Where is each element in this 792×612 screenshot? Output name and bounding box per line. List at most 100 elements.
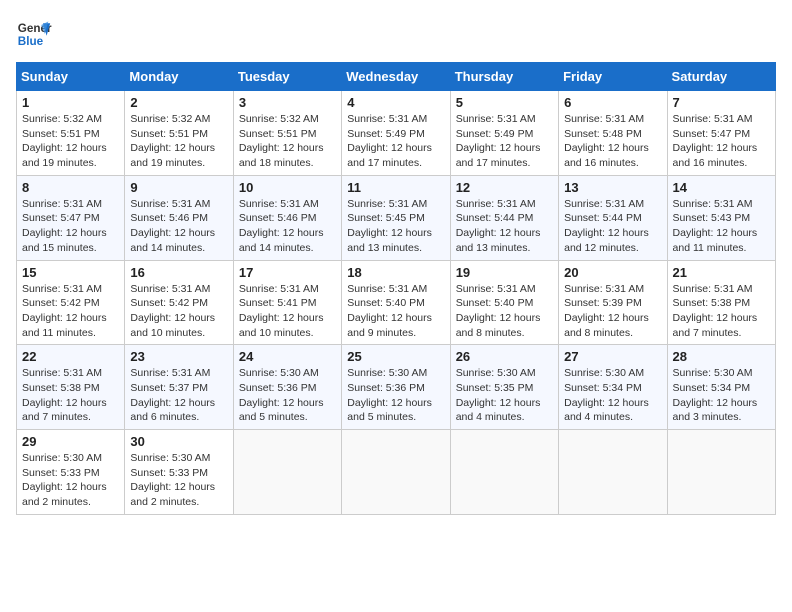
day-number: 19 [456, 265, 553, 280]
day-info: Sunrise: 5:31 AMSunset: 5:41 PMDaylight:… [239, 282, 336, 341]
weekday-header-friday: Friday [559, 63, 667, 91]
day-number: 16 [130, 265, 227, 280]
day-number: 23 [130, 349, 227, 364]
calendar-table: SundayMondayTuesdayWednesdayThursdayFrid… [16, 62, 776, 515]
day-number: 1 [22, 95, 119, 110]
day-info: Sunrise: 5:30 AMSunset: 5:34 PMDaylight:… [673, 366, 770, 425]
day-info: Sunrise: 5:31 AMSunset: 5:38 PMDaylight:… [673, 282, 770, 341]
calendar-cell: 21 Sunrise: 5:31 AMSunset: 5:38 PMDaylig… [667, 260, 775, 345]
day-number: 12 [456, 180, 553, 195]
day-number: 27 [564, 349, 661, 364]
day-info: Sunrise: 5:32 AMSunset: 5:51 PMDaylight:… [22, 112, 119, 171]
calendar-cell: 29 Sunrise: 5:30 AMSunset: 5:33 PMDaylig… [17, 430, 125, 515]
day-number: 17 [239, 265, 336, 280]
day-info: Sunrise: 5:30 AMSunset: 5:33 PMDaylight:… [130, 451, 227, 510]
day-info: Sunrise: 5:31 AMSunset: 5:37 PMDaylight:… [130, 366, 227, 425]
day-info: Sunrise: 5:31 AMSunset: 5:43 PMDaylight:… [673, 197, 770, 256]
calendar-cell: 24 Sunrise: 5:30 AMSunset: 5:36 PMDaylig… [233, 345, 341, 430]
weekday-header-tuesday: Tuesday [233, 63, 341, 91]
calendar-cell: 8 Sunrise: 5:31 AMSunset: 5:47 PMDayligh… [17, 175, 125, 260]
day-info: Sunrise: 5:31 AMSunset: 5:40 PMDaylight:… [456, 282, 553, 341]
calendar-cell [559, 430, 667, 515]
calendar-cell: 6 Sunrise: 5:31 AMSunset: 5:48 PMDayligh… [559, 91, 667, 176]
calendar-cell: 20 Sunrise: 5:31 AMSunset: 5:39 PMDaylig… [559, 260, 667, 345]
calendar-cell: 14 Sunrise: 5:31 AMSunset: 5:43 PMDaylig… [667, 175, 775, 260]
calendar-cell: 12 Sunrise: 5:31 AMSunset: 5:44 PMDaylig… [450, 175, 558, 260]
day-info: Sunrise: 5:31 AMSunset: 5:46 PMDaylight:… [239, 197, 336, 256]
calendar-cell: 16 Sunrise: 5:31 AMSunset: 5:42 PMDaylig… [125, 260, 233, 345]
day-info: Sunrise: 5:31 AMSunset: 5:46 PMDaylight:… [130, 197, 227, 256]
day-info: Sunrise: 5:30 AMSunset: 5:33 PMDaylight:… [22, 451, 119, 510]
weekday-header-saturday: Saturday [667, 63, 775, 91]
calendar-cell: 15 Sunrise: 5:31 AMSunset: 5:42 PMDaylig… [17, 260, 125, 345]
weekday-header-wednesday: Wednesday [342, 63, 450, 91]
calendar-cell: 27 Sunrise: 5:30 AMSunset: 5:34 PMDaylig… [559, 345, 667, 430]
day-info: Sunrise: 5:31 AMSunset: 5:45 PMDaylight:… [347, 197, 444, 256]
calendar-cell: 22 Sunrise: 5:31 AMSunset: 5:38 PMDaylig… [17, 345, 125, 430]
calendar-cell: 11 Sunrise: 5:31 AMSunset: 5:45 PMDaylig… [342, 175, 450, 260]
day-info: Sunrise: 5:30 AMSunset: 5:35 PMDaylight:… [456, 366, 553, 425]
day-number: 4 [347, 95, 444, 110]
day-number: 26 [456, 349, 553, 364]
calendar-week-row: 8 Sunrise: 5:31 AMSunset: 5:47 PMDayligh… [17, 175, 776, 260]
day-number: 30 [130, 434, 227, 449]
day-number: 14 [673, 180, 770, 195]
day-number: 8 [22, 180, 119, 195]
day-number: 21 [673, 265, 770, 280]
calendar-header-row: SundayMondayTuesdayWednesdayThursdayFrid… [17, 63, 776, 91]
calendar-cell: 2 Sunrise: 5:32 AMSunset: 5:51 PMDayligh… [125, 91, 233, 176]
calendar-cell: 17 Sunrise: 5:31 AMSunset: 5:41 PMDaylig… [233, 260, 341, 345]
weekday-header-thursday: Thursday [450, 63, 558, 91]
day-info: Sunrise: 5:31 AMSunset: 5:39 PMDaylight:… [564, 282, 661, 341]
calendar-week-row: 1 Sunrise: 5:32 AMSunset: 5:51 PMDayligh… [17, 91, 776, 176]
day-info: Sunrise: 5:31 AMSunset: 5:44 PMDaylight:… [564, 197, 661, 256]
calendar-cell [667, 430, 775, 515]
calendar-week-row: 15 Sunrise: 5:31 AMSunset: 5:42 PMDaylig… [17, 260, 776, 345]
calendar-cell: 13 Sunrise: 5:31 AMSunset: 5:44 PMDaylig… [559, 175, 667, 260]
day-info: Sunrise: 5:31 AMSunset: 5:49 PMDaylight:… [456, 112, 553, 171]
calendar-cell: 25 Sunrise: 5:30 AMSunset: 5:36 PMDaylig… [342, 345, 450, 430]
day-info: Sunrise: 5:31 AMSunset: 5:47 PMDaylight:… [673, 112, 770, 171]
calendar-cell: 3 Sunrise: 5:32 AMSunset: 5:51 PMDayligh… [233, 91, 341, 176]
svg-text:Blue: Blue [18, 35, 44, 48]
day-info: Sunrise: 5:31 AMSunset: 5:40 PMDaylight:… [347, 282, 444, 341]
day-info: Sunrise: 5:31 AMSunset: 5:48 PMDaylight:… [564, 112, 661, 171]
calendar-cell [450, 430, 558, 515]
day-number: 11 [347, 180, 444, 195]
day-number: 13 [564, 180, 661, 195]
logo: General Blue [16, 16, 52, 52]
day-info: Sunrise: 5:31 AMSunset: 5:42 PMDaylight:… [22, 282, 119, 341]
calendar-cell: 10 Sunrise: 5:31 AMSunset: 5:46 PMDaylig… [233, 175, 341, 260]
day-number: 18 [347, 265, 444, 280]
calendar-cell: 1 Sunrise: 5:32 AMSunset: 5:51 PMDayligh… [17, 91, 125, 176]
calendar-cell: 19 Sunrise: 5:31 AMSunset: 5:40 PMDaylig… [450, 260, 558, 345]
calendar-cell: 18 Sunrise: 5:31 AMSunset: 5:40 PMDaylig… [342, 260, 450, 345]
day-number: 6 [564, 95, 661, 110]
day-number: 2 [130, 95, 227, 110]
day-number: 25 [347, 349, 444, 364]
calendar-cell [342, 430, 450, 515]
calendar-cell: 7 Sunrise: 5:31 AMSunset: 5:47 PMDayligh… [667, 91, 775, 176]
calendar-cell: 23 Sunrise: 5:31 AMSunset: 5:37 PMDaylig… [125, 345, 233, 430]
logo-icon: General Blue [16, 16, 52, 52]
page-header: General Blue [16, 16, 776, 52]
day-info: Sunrise: 5:31 AMSunset: 5:47 PMDaylight:… [22, 197, 119, 256]
day-number: 5 [456, 95, 553, 110]
day-number: 9 [130, 180, 227, 195]
day-info: Sunrise: 5:32 AMSunset: 5:51 PMDaylight:… [130, 112, 227, 171]
day-number: 29 [22, 434, 119, 449]
calendar-cell: 9 Sunrise: 5:31 AMSunset: 5:46 PMDayligh… [125, 175, 233, 260]
day-number: 7 [673, 95, 770, 110]
day-number: 20 [564, 265, 661, 280]
day-info: Sunrise: 5:32 AMSunset: 5:51 PMDaylight:… [239, 112, 336, 171]
calendar-week-row: 22 Sunrise: 5:31 AMSunset: 5:38 PMDaylig… [17, 345, 776, 430]
calendar-cell: 28 Sunrise: 5:30 AMSunset: 5:34 PMDaylig… [667, 345, 775, 430]
day-number: 24 [239, 349, 336, 364]
day-number: 10 [239, 180, 336, 195]
day-info: Sunrise: 5:30 AMSunset: 5:34 PMDaylight:… [564, 366, 661, 425]
day-number: 3 [239, 95, 336, 110]
calendar-cell: 30 Sunrise: 5:30 AMSunset: 5:33 PMDaylig… [125, 430, 233, 515]
day-info: Sunrise: 5:31 AMSunset: 5:42 PMDaylight:… [130, 282, 227, 341]
day-info: Sunrise: 5:31 AMSunset: 5:44 PMDaylight:… [456, 197, 553, 256]
day-number: 15 [22, 265, 119, 280]
